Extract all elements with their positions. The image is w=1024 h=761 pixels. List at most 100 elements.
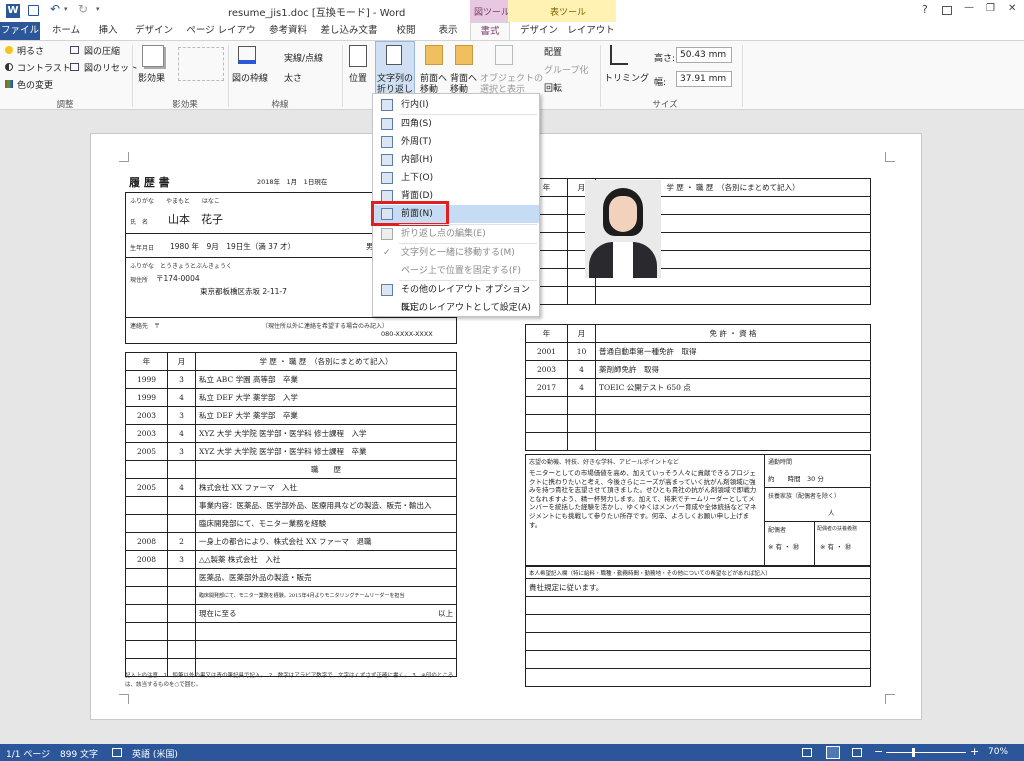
spouse-value: ※ 有 ・ ㊖ — [768, 543, 800, 551]
selection-pane-icon — [495, 45, 513, 65]
undo-icon[interactable]: ↶ — [50, 2, 60, 16]
table-row — [525, 632, 871, 651]
menu-item-tight[interactable]: 外周(T) — [373, 133, 539, 151]
table-row — [525, 396, 871, 415]
position-icon — [349, 45, 367, 67]
tab-file[interactable]: ファイル — [0, 22, 40, 40]
spouse-label: 配偶者 — [768, 527, 787, 534]
crop-button[interactable]: トリミング — [604, 71, 649, 84]
word-app-icon[interactable]: W — [6, 4, 20, 18]
menu-item-move-with-text[interactable]: ✓ 文字列と一緒に移動する(M) — [373, 244, 539, 262]
compress-button[interactable]: 図の圧縮 — [84, 44, 120, 57]
tab-table-layout[interactable]: レイアウト — [566, 22, 616, 40]
contact-label: 連絡先 〒 — [130, 323, 161, 330]
tab-home[interactable]: ホーム — [46, 22, 86, 40]
shirt-shape — [613, 242, 633, 278]
zoom-in-button[interactable]: + — [970, 745, 979, 758]
reset-picture-button[interactable]: 図のリセット — [84, 61, 138, 74]
history-header-row: 年 月 学 歴 ・ 職 歴 （各別にまとめて記入） — [125, 352, 457, 371]
height-label: 高さ: — [654, 54, 676, 64]
customize-qat-icon[interactable]: ▾ — [96, 5, 100, 13]
menu-item-edit-wrap-points[interactable]: 折り返し点の編集(E) — [373, 225, 539, 243]
language[interactable]: 英語 (米国) — [132, 747, 178, 760]
read-mode-icon[interactable] — [802, 748, 812, 757]
menu-item-set-default[interactable]: 既定のレイアウトとして設定(A) — [373, 299, 539, 317]
border-icon — [238, 46, 256, 64]
table-row: 貴社規定に従います。 — [525, 578, 871, 597]
ribbon-display-options-icon[interactable] — [942, 6, 952, 15]
shadow-icon — [142, 45, 164, 67]
highlight-box — [371, 201, 449, 226]
proofing-icon[interactable] — [112, 748, 122, 757]
wrap-through-icon — [381, 154, 393, 166]
reset-picture-icon — [70, 63, 79, 71]
rotate-button[interactable]: 回転 — [544, 81, 562, 94]
recolor-button[interactable]: 色の変更 — [17, 78, 53, 91]
menu-item-fix-position[interactable]: ページ上で位置を固定する(F) — [373, 262, 539, 280]
portrait-photo[interactable] — [585, 180, 661, 278]
redo-icon[interactable]: ↻ — [78, 2, 88, 16]
table-row — [525, 214, 871, 233]
shadow-nudge-icon[interactable] — [178, 47, 224, 81]
menu-item-through[interactable]: 内部(H) — [373, 151, 539, 169]
furigana: ふりがな やまもと はなこ — [130, 198, 220, 205]
tab-mailings[interactable]: 差し込み文書 — [316, 22, 382, 40]
close-button[interactable]: ✕ — [1008, 3, 1016, 14]
tab-view[interactable]: 表示 — [430, 22, 466, 40]
title-bar: W ↶ ▾ ↻ ▾ resume_jis1.doc [互換モード] - Word… — [0, 0, 1024, 22]
web-layout-icon[interactable] — [852, 748, 862, 757]
align-button[interactable]: 配置 — [544, 45, 562, 58]
zoom-slider[interactable] — [886, 752, 966, 753]
table-row — [525, 432, 871, 451]
width-input[interactable]: 37.91 mm — [676, 71, 732, 87]
tab-references[interactable]: 参考資料 — [264, 22, 312, 40]
menu-item-top-bottom[interactable]: 上下(O) — [373, 169, 539, 187]
table-row — [525, 614, 871, 633]
wrap-square-icon — [381, 118, 393, 130]
tab-insert[interactable]: 挿入 — [90, 22, 126, 40]
menu-item-more-layout-options[interactable]: その他のレイアウト オプション(L)... — [373, 281, 539, 313]
table-row: 2003 4 XYZ 大学 大学院 医学部・医学科 修士課程 入学 — [125, 424, 457, 443]
brightness-button[interactable]: 明るさ — [17, 44, 44, 57]
undo-dropdown-icon[interactable]: ▾ — [64, 5, 68, 13]
word-count[interactable]: 899 文字 — [60, 747, 98, 760]
tab-design[interactable]: デザイン — [130, 22, 178, 40]
zoom-out-button[interactable]: − — [874, 745, 883, 758]
wish-table: 本人希望記入欄（特に給料・職種・勤務時間・勤務地・その他についての希望などがあれ… — [525, 566, 871, 687]
table-row: 現在に至る 以上 — [125, 604, 457, 623]
tab-format[interactable]: 書式 — [470, 22, 510, 41]
crop-icon — [610, 45, 628, 65]
history-header: 学 歴 ・ 職 歴 （各別にまとめて記入） — [195, 352, 457, 371]
menu-item-inline[interactable]: 行内(I) — [373, 96, 539, 114]
help-button[interactable]: ? — [922, 3, 928, 16]
resume-title: 履 歴 書 — [129, 176, 170, 189]
minimize-button[interactable]: — — [964, 2, 974, 13]
save-icon[interactable] — [28, 5, 39, 16]
shadow-button[interactable]: 影効果 — [138, 71, 165, 84]
resume-date: 2018年 1月 1日現在 — [257, 178, 328, 186]
print-layout-icon[interactable] — [826, 746, 840, 759]
face-shape — [609, 196, 637, 232]
tab-page-layout[interactable]: ページ レイアウト — [182, 22, 260, 54]
height-input[interactable]: 50.43 mm — [676, 47, 732, 63]
contrast-button[interactable]: コントラスト — [17, 61, 71, 74]
weight-button[interactable]: 太さ — [284, 71, 302, 84]
birth-label: 生年月日 — [130, 245, 155, 252]
border-button[interactable]: 図の枠線 — [232, 71, 268, 84]
line-style-button[interactable]: 実線/点線 — [284, 51, 323, 64]
group-button[interactable]: グループ化 — [544, 63, 588, 76]
page-count[interactable]: 1/1 ページ — [6, 747, 50, 760]
restore-button[interactable]: ❐ — [986, 3, 995, 14]
send-backward-icon — [455, 45, 473, 65]
table-row: 2008 3 △△製薬 株式会社 入社 — [125, 550, 457, 569]
zoom-level[interactable]: 70% — [988, 747, 1008, 757]
contact-note: （現住所以外に連絡を希望する場合のみ記入） — [262, 323, 389, 330]
zoom-slider-thumb[interactable] — [912, 748, 915, 757]
menu-item-square[interactable]: 四角(S) — [373, 115, 539, 133]
position-button[interactable]: 位置 — [349, 71, 367, 84]
brightness-icon — [5, 46, 13, 54]
tab-review[interactable]: 校閲 — [388, 22, 424, 40]
table-row — [125, 640, 457, 659]
table-row — [525, 650, 871, 669]
tab-table-design[interactable]: デザイン — [516, 22, 562, 40]
